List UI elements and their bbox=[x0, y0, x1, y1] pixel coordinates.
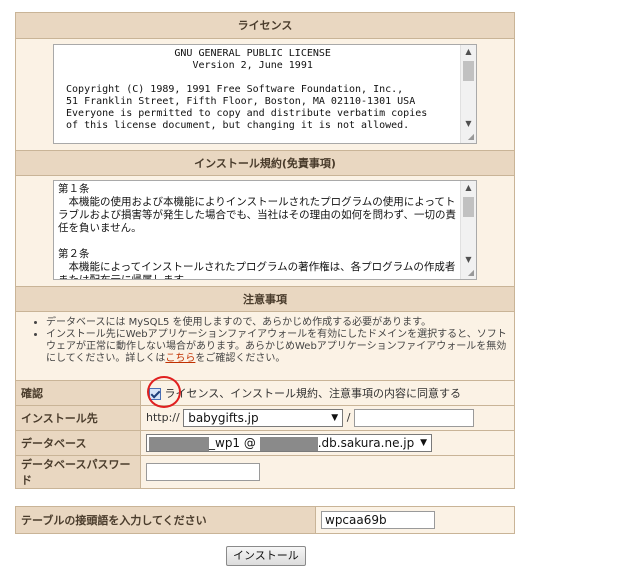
table-prefix-label: テーブルの接頭語を入力してください bbox=[15, 506, 316, 534]
table-prefix-row: テーブルの接頭語を入力してください wpcaa69b bbox=[15, 506, 515, 534]
license-text: GNU GENERAL PUBLIC LICENSE Version 2, Ju… bbox=[66, 48, 428, 131]
notes-heading: 注意事項 bbox=[16, 286, 514, 312]
note-item-waf: インストール先にWebアプリケーションファイアウォールを有効にしたドメインを選択… bbox=[46, 329, 514, 365]
terms-line-1: 第１条 bbox=[58, 183, 90, 195]
protocol-text: http:// bbox=[146, 411, 180, 424]
terms-line-3: 第２条 bbox=[58, 248, 90, 260]
notes-list: データベースには MySQL5 を使用しますので、あらかじめ作成する必要がありま… bbox=[16, 317, 514, 365]
db-password-label: データベースパスワード bbox=[15, 455, 141, 489]
license-textarea[interactable]: GNU GENERAL PUBLIC LICENSE Version 2, Ju… bbox=[53, 44, 477, 144]
db-password-cell bbox=[140, 455, 515, 489]
install-target-cell: http:// babygifts.jp ▼ / bbox=[140, 405, 515, 431]
scroll-up-icon[interactable]: ▲ bbox=[461, 45, 476, 59]
install-button[interactable]: インストール bbox=[226, 546, 306, 566]
scroll-up-icon[interactable]: ▲ bbox=[461, 181, 476, 195]
database-select[interactable]: _wp1 @ .db.sakura.ne.jp ▼ bbox=[146, 434, 432, 452]
scroll-thumb[interactable] bbox=[463, 61, 474, 81]
agree-checkbox[interactable] bbox=[149, 388, 161, 400]
install-target-row: インストール先 http:// babygifts.jp ▼ / bbox=[15, 405, 515, 431]
terms-textarea[interactable]: 第１条 本機能の使用および本機能によりインストールされたプログラムの使用によって… bbox=[53, 180, 477, 280]
install-path-input[interactable] bbox=[353, 409, 474, 427]
redacted-db-host bbox=[259, 436, 318, 451]
table-prefix-form: テーブルの接頭語を入力してください wpcaa69b bbox=[15, 506, 515, 534]
scroll-thumb[interactable] bbox=[463, 197, 474, 217]
note-item-mysql: データベースには MySQL5 を使用しますので、あらかじめ作成する必要がありま… bbox=[46, 317, 514, 329]
resize-grip-icon[interactable]: ◢ bbox=[468, 269, 474, 277]
confirm-row: 確認 ライセンス、インストール規約、注意事項の内容に同意する bbox=[15, 380, 515, 406]
chevron-down-icon: ▼ bbox=[420, 438, 427, 448]
resize-grip-icon[interactable]: ◢ bbox=[468, 133, 474, 141]
domain-select[interactable]: babygifts.jp ▼ bbox=[183, 409, 344, 427]
confirm-cell: ライセンス、インストール規約、注意事項の内容に同意する bbox=[140, 380, 515, 406]
license-heading: ライセンス bbox=[16, 13, 514, 39]
note-waf-text-after: をご確認ください。 bbox=[195, 353, 286, 364]
database-label: データベース bbox=[15, 430, 141, 456]
table-prefix-input[interactable]: wpcaa69b bbox=[321, 511, 435, 529]
note-waf-link[interactable]: こちら bbox=[165, 353, 195, 364]
db-name-suffix: _wp1 @ bbox=[209, 436, 256, 450]
agree-text[interactable]: ライセンス、インストール規約、注意事項の内容に同意する bbox=[165, 387, 462, 400]
license-scrollbar[interactable]: ▲ ▼ bbox=[460, 45, 476, 143]
db-host-suffix: .db.sakura.ne.jp bbox=[317, 436, 415, 450]
redacted-db-name bbox=[149, 436, 209, 451]
terms-scrollbar[interactable]: ▲ ▼ bbox=[460, 181, 476, 279]
scroll-down-icon[interactable]: ▼ bbox=[461, 253, 476, 267]
scroll-down-icon[interactable]: ▼ bbox=[461, 117, 476, 131]
path-slash: / bbox=[346, 411, 351, 424]
install-target-label: インストール先 bbox=[15, 405, 141, 431]
chevron-down-icon: ▼ bbox=[331, 413, 339, 423]
db-password-row: データベースパスワード bbox=[15, 455, 515, 489]
domain-selected-value: babygifts.jp bbox=[188, 411, 259, 425]
terms-line-2: 本機能の使用および本機能によりインストールされたプログラムの使用によってトラブル… bbox=[58, 196, 456, 234]
database-row: データベース _wp1 @ .db.sakura.ne.jp ▼ bbox=[15, 430, 515, 456]
install-form: 確認 ライセンス、インストール規約、注意事項の内容に同意する インストール先 h… bbox=[15, 380, 515, 489]
confirm-label: 確認 bbox=[15, 380, 141, 406]
terms-heading: インストール規約(免責事項) bbox=[16, 150, 514, 176]
database-cell: _wp1 @ .db.sakura.ne.jp ▼ bbox=[140, 430, 515, 456]
db-password-input[interactable] bbox=[146, 463, 260, 481]
table-prefix-cell: wpcaa69b bbox=[315, 506, 515, 534]
terms-line-4: 本機能によってインストールされたプログラムの著作権は、各プログラムの作成者または… bbox=[58, 261, 456, 280]
license-terms-panel: ライセンス GNU GENERAL PUBLIC LICENSE Version… bbox=[15, 12, 515, 381]
